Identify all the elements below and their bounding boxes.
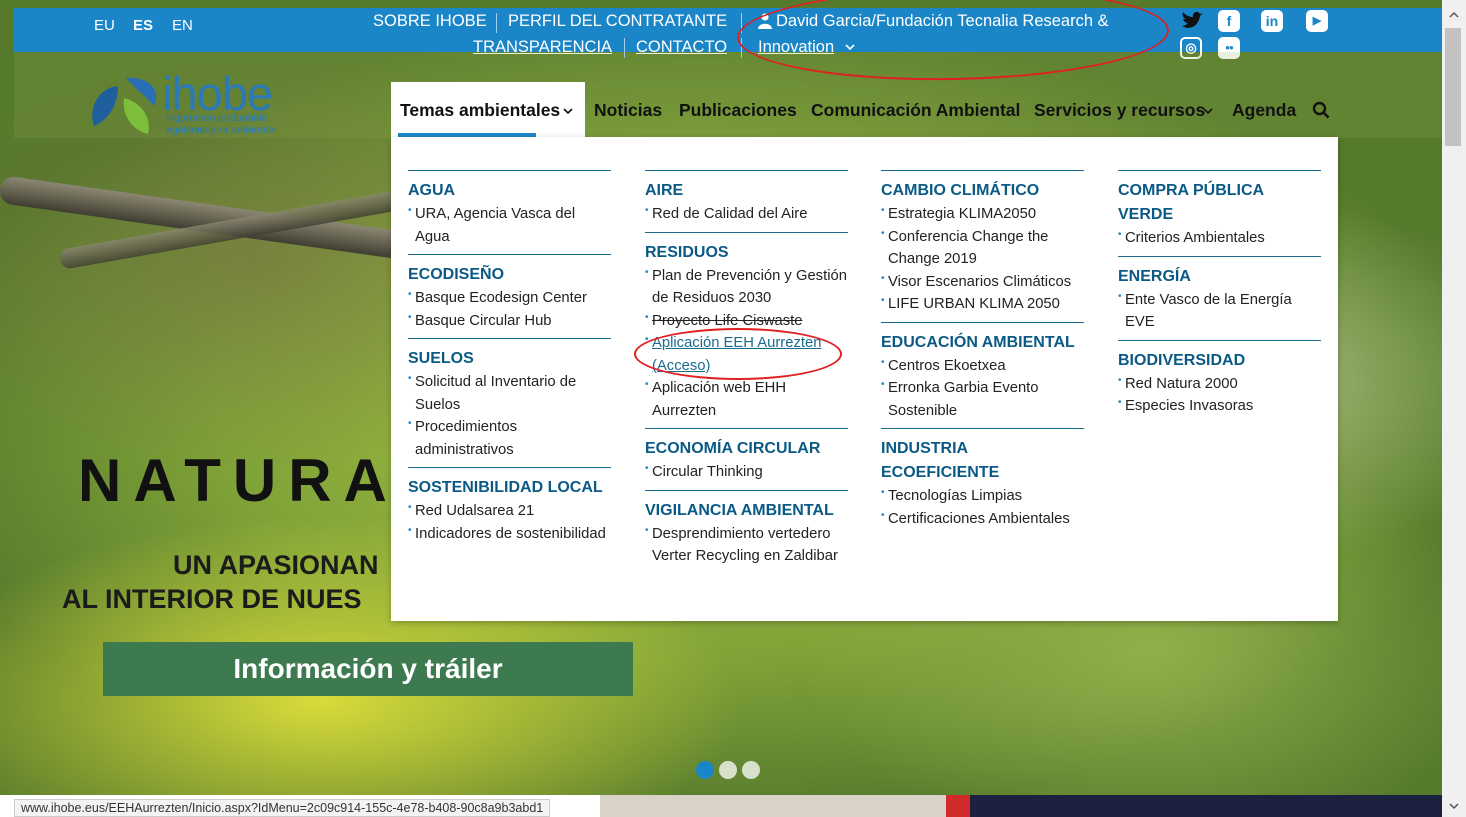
menu-link[interactable]: URA, Agencia Vasca del Agua — [408, 200, 611, 248]
menu-section-title[interactable]: SUELOS — [408, 347, 611, 371]
menu-link[interactable]: Solicitud al Inventario de Suelos — [408, 368, 611, 416]
nav-temas-ambientales[interactable]: Temas ambientales — [400, 100, 560, 121]
slide-dot-active[interactable] — [696, 761, 714, 779]
lang-eu[interactable]: EU — [94, 17, 115, 34]
menu-link[interactable]: Desprendimiento vertedero Verter Recycli… — [645, 520, 848, 568]
hero-subtitle: AL INTERIOR DE NUES — [62, 584, 362, 614]
scroll-down-icon[interactable] — [1442, 795, 1466, 817]
lang-en[interactable]: EN — [172, 17, 193, 34]
menu-section-title[interactable]: EDUCACIÓN AMBIENTAL — [881, 331, 1084, 355]
menu-section: SOSTENIBILIDAD LOCAL Red Udalsarea 21 In… — [408, 467, 611, 545]
menu-section: SUELOS Solicitud al Inventario de Suelos… — [408, 338, 611, 461]
menu-link[interactable]: Tecnologías Limpias — [881, 482, 1084, 508]
menu-section: ECONOMÍA CIRCULAR Circular Thinking — [645, 428, 848, 484]
menu-section-title[interactable]: CAMBIO CLIMÁTICO — [881, 179, 1084, 203]
menu-link[interactable]: Procedimientos administrativos — [408, 413, 611, 461]
menu-section-title[interactable]: ECODISEÑO — [408, 263, 611, 287]
status-bar-url: www.ihobe.eus/EEHAurrezten/Inicio.aspx?I… — [14, 799, 551, 817]
menu-section: CAMBIO CLIMÁTICO Estrategia KLIMA2050 Co… — [881, 170, 1084, 316]
youtube-icon[interactable]: ▶ — [1306, 10, 1328, 32]
menu-link[interactable]: Red Udalsarea 21 — [408, 497, 611, 523]
menu-section-title[interactable]: COMPRA PÚBLICA VERDE — [1118, 179, 1321, 227]
nav-agenda[interactable]: Agenda — [1232, 100, 1296, 121]
menu-section-title[interactable]: VIGILANCIA AMBIENTAL — [645, 499, 848, 523]
menu-link[interactable]: Aplicación web EHH Aurrezten — [645, 374, 848, 422]
ihobe-logo[interactable]: ihobe ingurumen jardunbide egokien mejor… — [88, 67, 298, 142]
menu-section: AIRE Red de Calidad del Aire — [645, 170, 848, 226]
menu-section-title[interactable]: INDUSTRIA ECOEFICIENTE — [881, 437, 1084, 485]
logo-mark-icon — [92, 77, 157, 134]
mega-menu: AGUA URA, Agencia Vasca del Agua ECODISE… — [391, 137, 1338, 621]
menu-link[interactable]: Erronka Garbia Evento Sostenible — [881, 374, 1084, 422]
menu-link[interactable]: Centros Ekoetxea — [881, 352, 1084, 378]
menu-section-title[interactable]: SOSTENIBILIDAD LOCAL — [408, 476, 611, 500]
twitter-icon[interactable] — [1180, 10, 1204, 32]
menu-section: RESIDUOS Plan de Prevención y Gestión de… — [645, 231, 848, 423]
nav-comunicacion-ambiental[interactable]: Comunicación Ambiental — [811, 100, 1020, 121]
menu-link[interactable]: Conferencia Change the Change 2019 — [881, 223, 1084, 271]
chevron-down-icon — [1202, 104, 1214, 116]
menu-link[interactable]: Especies Invasoras — [1118, 392, 1321, 418]
menu-section: VIGILANCIA AMBIENTAL Desprendimiento ver… — [645, 489, 848, 568]
menu-section: EDUCACIÓN AMBIENTAL Centros Ekoetxea Err… — [881, 321, 1084, 423]
menu-section-title[interactable]: ECONOMÍA CIRCULAR — [645, 437, 848, 461]
menu-link[interactable]: Visor Escenarios Climáticos — [881, 268, 1084, 294]
slide-dot[interactable] — [742, 761, 760, 779]
menu-link[interactable]: Circular Thinking — [645, 458, 848, 484]
hero-title: NATURA — [78, 447, 399, 514]
menu-link[interactable]: Red de Calidad del Aire — [645, 200, 848, 226]
menu-column: CAMBIO CLIMÁTICO Estrategia KLIMA2050 Co… — [881, 170, 1084, 536]
logo-tagline: mejora ambiental — [196, 124, 277, 136]
menu-link[interactable]: Plan de Prevención y Gestión de Residuos… — [645, 262, 848, 310]
menu-link[interactable]: Estrategia KLIMA2050 — [881, 200, 1084, 226]
menu-section-title[interactable]: AIRE — [645, 179, 848, 203]
linkedin-icon[interactable]: in — [1261, 10, 1283, 32]
next-section-preview — [966, 795, 1442, 817]
menu-column: COMPRA PÚBLICA VERDE Criterios Ambiental… — [1118, 170, 1321, 424]
next-section-preview — [946, 795, 970, 817]
next-section-preview — [600, 795, 970, 817]
menu-section-title[interactable]: RESIDUOS — [645, 241, 848, 265]
search-icon[interactable] — [1312, 101, 1330, 119]
nav-noticias[interactable]: Noticias — [594, 100, 662, 121]
scrollbar-thumb[interactable] — [1445, 28, 1461, 146]
link-perfil-contratante[interactable]: PERFIL DEL CONTRATANTE — [508, 12, 727, 31]
menu-section-title[interactable]: BIODIVERSIDAD — [1118, 349, 1321, 373]
lang-es[interactable]: ES — [133, 17, 153, 34]
menu-section: INDUSTRIA ECOEFICIENTE Tecnologías Limpi… — [881, 428, 1084, 530]
menu-link[interactable]: Red Natura 2000 — [1118, 370, 1321, 396]
menu-link[interactable]: Basque Ecodesign Center — [408, 284, 611, 310]
hero-subtitle: UN APASIONAN — [173, 550, 379, 580]
menu-link[interactable]: Ente Vasco de la Energía EVE — [1118, 286, 1321, 334]
nav-servicios-recursos[interactable]: Servicios y recursos — [1034, 100, 1205, 121]
menu-link[interactable]: Basque Circular Hub — [408, 307, 611, 333]
divider — [496, 13, 497, 33]
nav-publicaciones[interactable]: Publicaciones — [679, 100, 797, 121]
menu-link[interactable]: Criterios Ambientales — [1118, 224, 1321, 250]
menu-column: AGUA URA, Agencia Vasca del Agua ECODISE… — [408, 170, 611, 551]
menu-section: COMPRA PÚBLICA VERDE Criterios Ambiental… — [1118, 170, 1321, 250]
slide-dot[interactable] — [719, 761, 737, 779]
annotation-ellipse-link — [634, 328, 842, 380]
link-sobre-ihobe[interactable]: SOBRE IHOBE — [373, 12, 487, 31]
menu-link[interactable]: Certificaciones Ambientales — [881, 505, 1084, 531]
menu-section: BIODIVERSIDAD Red Natura 2000 Especies I… — [1118, 339, 1321, 418]
menu-section: ECODISEÑO Basque Ecodesign Center Basque… — [408, 254, 611, 332]
menu-section-title[interactable]: AGUA — [408, 179, 611, 203]
chevron-down-icon — [562, 104, 574, 116]
info-trailer-button[interactable]: Información y tráiler — [103, 642, 633, 696]
menu-link[interactable]: Indicadores de sostenibilidad — [408, 520, 611, 546]
menu-section-title[interactable]: ENERGÍA — [1118, 265, 1321, 289]
scroll-up-icon[interactable] — [1442, 4, 1466, 26]
facebook-icon[interactable]: f — [1218, 10, 1240, 32]
menu-section: AGUA URA, Agencia Vasca del Agua — [408, 170, 611, 248]
menu-link[interactable]: LIFE URBAN KLIMA 2050 — [881, 290, 1084, 316]
menu-section: ENERGÍA Ente Vasco de la Energía EVE — [1118, 255, 1321, 334]
